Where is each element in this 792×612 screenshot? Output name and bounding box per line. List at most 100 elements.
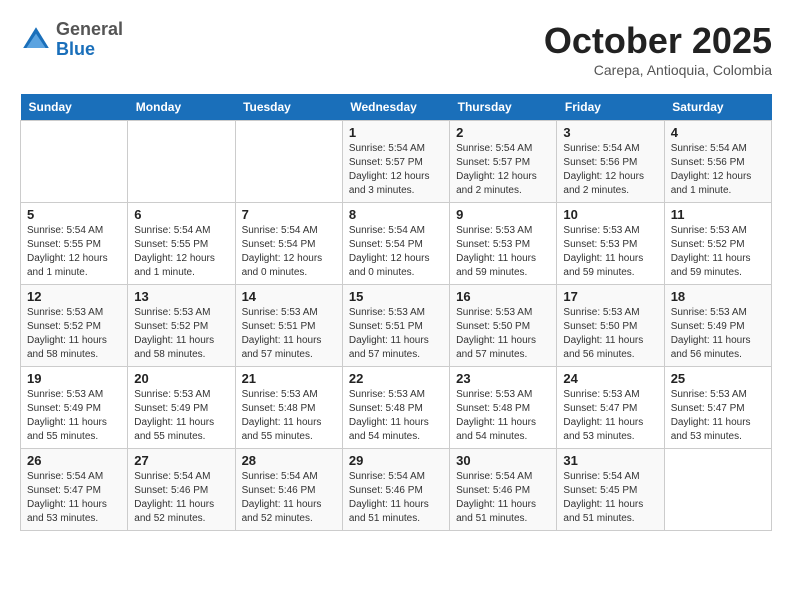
calendar-cell xyxy=(128,121,235,203)
day-info: Sunrise: 5:53 AM Sunset: 5:50 PM Dayligh… xyxy=(456,306,550,362)
calendar-cell: 23Sunrise: 5:53 AM Sunset: 5:48 PM Dayli… xyxy=(450,367,557,449)
day-info: Sunrise: 5:54 AM Sunset: 5:54 PM Dayligh… xyxy=(349,224,443,280)
calendar-cell xyxy=(235,121,342,203)
weekday-header-row: SundayMondayTuesdayWednesdayThursdayFrid… xyxy=(21,94,772,121)
logo: General Blue xyxy=(20,20,123,60)
day-number: 20 xyxy=(134,371,228,386)
calendar-cell xyxy=(664,449,771,531)
day-number: 9 xyxy=(456,207,550,222)
calendar-cell: 22Sunrise: 5:53 AM Sunset: 5:48 PM Dayli… xyxy=(342,367,449,449)
day-info: Sunrise: 5:53 AM Sunset: 5:51 PM Dayligh… xyxy=(242,306,336,362)
day-number: 16 xyxy=(456,289,550,304)
day-info: Sunrise: 5:54 AM Sunset: 5:55 PM Dayligh… xyxy=(27,224,121,280)
day-info: Sunrise: 5:54 AM Sunset: 5:47 PM Dayligh… xyxy=(27,470,121,526)
calendar-cell: 15Sunrise: 5:53 AM Sunset: 5:51 PM Dayli… xyxy=(342,285,449,367)
calendar-cell: 1Sunrise: 5:54 AM Sunset: 5:57 PM Daylig… xyxy=(342,121,449,203)
calendar-cell: 25Sunrise: 5:53 AM Sunset: 5:47 PM Dayli… xyxy=(664,367,771,449)
page-header: General Blue October 2025 Carepa, Antioq… xyxy=(20,20,772,78)
day-info: Sunrise: 5:53 AM Sunset: 5:50 PM Dayligh… xyxy=(563,306,657,362)
calendar-cell: 8 Sunrise: 5:54 AM Sunset: 5:54 PM Daylig… xyxy=(342,203,449,285)
weekday-header-sunday: Sunday xyxy=(21,94,128,121)
day-number: 10 xyxy=(563,207,657,222)
day-info: Sunrise: 5:53 AM Sunset: 5:47 PM Dayligh… xyxy=(671,388,765,444)
day-info: Sunrise: 5:53 AM Sunset: 5:49 PM Dayligh… xyxy=(671,306,765,362)
day-number: 26 xyxy=(27,453,121,468)
calendar-cell: 7 Sunrise: 5:54 AM Sunset: 5:54 PM Daylig… xyxy=(235,203,342,285)
weekday-header-thursday: Thursday xyxy=(450,94,557,121)
logo-blue-text: Blue xyxy=(56,39,95,59)
day-number: 11 xyxy=(671,207,765,222)
day-info: Sunrise: 5:54 AM Sunset: 5:46 PM Dayligh… xyxy=(349,470,443,526)
day-number: 4 xyxy=(671,125,765,140)
day-info: Sunrise: 5:53 AM Sunset: 5:52 PM Dayligh… xyxy=(27,306,121,362)
calendar-cell: 31Sunrise: 5:54 AM Sunset: 5:45 PM Dayli… xyxy=(557,449,664,531)
calendar-cell: 16 Sunrise: 5:53 AM Sunset: 5:50 PM Dayli… xyxy=(450,285,557,367)
calendar-subtitle: Carepa, Antioquia, Colombia xyxy=(544,62,772,78)
day-number: 28 xyxy=(242,453,336,468)
day-info: Sunrise: 5:53 AM Sunset: 5:52 PM Dayligh… xyxy=(671,224,765,280)
day-number: 8 xyxy=(349,207,443,222)
title-block: October 2025 Carepa, Antioquia, Colombia xyxy=(544,20,772,78)
day-info: Sunrise: 5:53 AM Sunset: 5:48 PM Dayligh… xyxy=(242,388,336,444)
day-info: Sunrise: 5:53 AM Sunset: 5:52 PM Dayligh… xyxy=(134,306,228,362)
day-info: Sunrise: 5:53 AM Sunset: 5:47 PM Dayligh… xyxy=(563,388,657,444)
calendar-cell: 14 Sunrise: 5:53 AM Sunset: 5:51 PM Dayli… xyxy=(235,285,342,367)
calendar-cell: 12 Sunrise: 5:53 AM Sunset: 5:52 PM Dayli… xyxy=(21,285,128,367)
calendar-cell: 6 Sunrise: 5:54 AM Sunset: 5:55 PM Daylig… xyxy=(128,203,235,285)
logo-general-text: General xyxy=(56,19,123,39)
day-number: 3 xyxy=(563,125,657,140)
day-number: 27 xyxy=(134,453,228,468)
calendar-week-row: 26 Sunrise: 5:54 AM Sunset: 5:47 PM Dayli… xyxy=(21,449,772,531)
day-info: Sunrise: 5:54 AM Sunset: 5:57 PM Dayligh… xyxy=(349,142,443,198)
calendar-week-row: 12 Sunrise: 5:53 AM Sunset: 5:52 PM Dayli… xyxy=(21,285,772,367)
day-info: Sunrise: 5:53 AM Sunset: 5:49 PM Dayligh… xyxy=(134,388,228,444)
day-number: 6 xyxy=(134,207,228,222)
calendar-title: October 2025 xyxy=(544,20,772,62)
day-info: Sunrise: 5:53 AM Sunset: 5:53 PM Dayligh… xyxy=(456,224,550,280)
day-info: Sunrise: 5:54 AM Sunset: 5:46 PM Dayligh… xyxy=(242,470,336,526)
day-number: 12 xyxy=(27,289,121,304)
calendar-cell xyxy=(21,121,128,203)
day-info: Sunrise: 5:53 AM Sunset: 5:51 PM Dayligh… xyxy=(349,306,443,362)
weekday-header-saturday: Saturday xyxy=(664,94,771,121)
calendar-cell: 29 Sunrise: 5:54 AM Sunset: 5:46 PM Dayli… xyxy=(342,449,449,531)
day-info: Sunrise: 5:54 AM Sunset: 5:57 PM Dayligh… xyxy=(456,142,550,198)
day-info: Sunrise: 5:54 AM Sunset: 5:55 PM Dayligh… xyxy=(134,224,228,280)
day-info: Sunrise: 5:53 AM Sunset: 5:53 PM Dayligh… xyxy=(563,224,657,280)
calendar-table: SundayMondayTuesdayWednesdayThursdayFrid… xyxy=(20,94,772,531)
day-info: Sunrise: 5:54 AM Sunset: 5:54 PM Dayligh… xyxy=(242,224,336,280)
calendar-cell: 17 Sunrise: 5:53 AM Sunset: 5:50 PM Dayli… xyxy=(557,285,664,367)
calendar-cell: 20 Sunrise: 5:53 AM Sunset: 5:49 PM Dayli… xyxy=(128,367,235,449)
day-number: 13 xyxy=(134,289,228,304)
logo-icon xyxy=(20,24,52,56)
day-number: 24 xyxy=(563,371,657,386)
calendar-cell: 2Sunrise: 5:54 AM Sunset: 5:57 PM Daylig… xyxy=(450,121,557,203)
day-number: 31 xyxy=(563,453,657,468)
calendar-week-row: 5Sunrise: 5:54 AM Sunset: 5:55 PM Daylig… xyxy=(21,203,772,285)
weekday-header-wednesday: Wednesday xyxy=(342,94,449,121)
calendar-cell: 19Sunrise: 5:53 AM Sunset: 5:49 PM Dayli… xyxy=(21,367,128,449)
calendar-cell: 13 Sunrise: 5:53 AM Sunset: 5:52 PM Dayli… xyxy=(128,285,235,367)
day-number: 19 xyxy=(27,371,121,386)
calendar-cell: 4 Sunrise: 5:54 AM Sunset: 5:56 PM Daylig… xyxy=(664,121,771,203)
calendar-week-row: 1Sunrise: 5:54 AM Sunset: 5:57 PM Daylig… xyxy=(21,121,772,203)
calendar-cell: 26 Sunrise: 5:54 AM Sunset: 5:47 PM Dayli… xyxy=(21,449,128,531)
calendar-cell: 28 Sunrise: 5:54 AM Sunset: 5:46 PM Dayli… xyxy=(235,449,342,531)
day-number: 22 xyxy=(349,371,443,386)
day-number: 23 xyxy=(456,371,550,386)
calendar-cell: 5Sunrise: 5:54 AM Sunset: 5:55 PM Daylig… xyxy=(21,203,128,285)
calendar-cell: 21Sunrise: 5:53 AM Sunset: 5:48 PM Dayli… xyxy=(235,367,342,449)
weekday-header-monday: Monday xyxy=(128,94,235,121)
day-number: 29 xyxy=(349,453,443,468)
weekday-header-tuesday: Tuesday xyxy=(235,94,342,121)
day-info: Sunrise: 5:54 AM Sunset: 5:46 PM Dayligh… xyxy=(456,470,550,526)
day-number: 17 xyxy=(563,289,657,304)
day-info: Sunrise: 5:54 AM Sunset: 5:46 PM Dayligh… xyxy=(134,470,228,526)
day-number: 18 xyxy=(671,289,765,304)
day-number: 14 xyxy=(242,289,336,304)
day-info: Sunrise: 5:54 AM Sunset: 5:56 PM Dayligh… xyxy=(671,142,765,198)
calendar-cell: 18 Sunrise: 5:53 AM Sunset: 5:49 PM Dayli… xyxy=(664,285,771,367)
day-number: 7 xyxy=(242,207,336,222)
weekday-header-friday: Friday xyxy=(557,94,664,121)
calendar-cell: 9 Sunrise: 5:53 AM Sunset: 5:53 PM Daylig… xyxy=(450,203,557,285)
